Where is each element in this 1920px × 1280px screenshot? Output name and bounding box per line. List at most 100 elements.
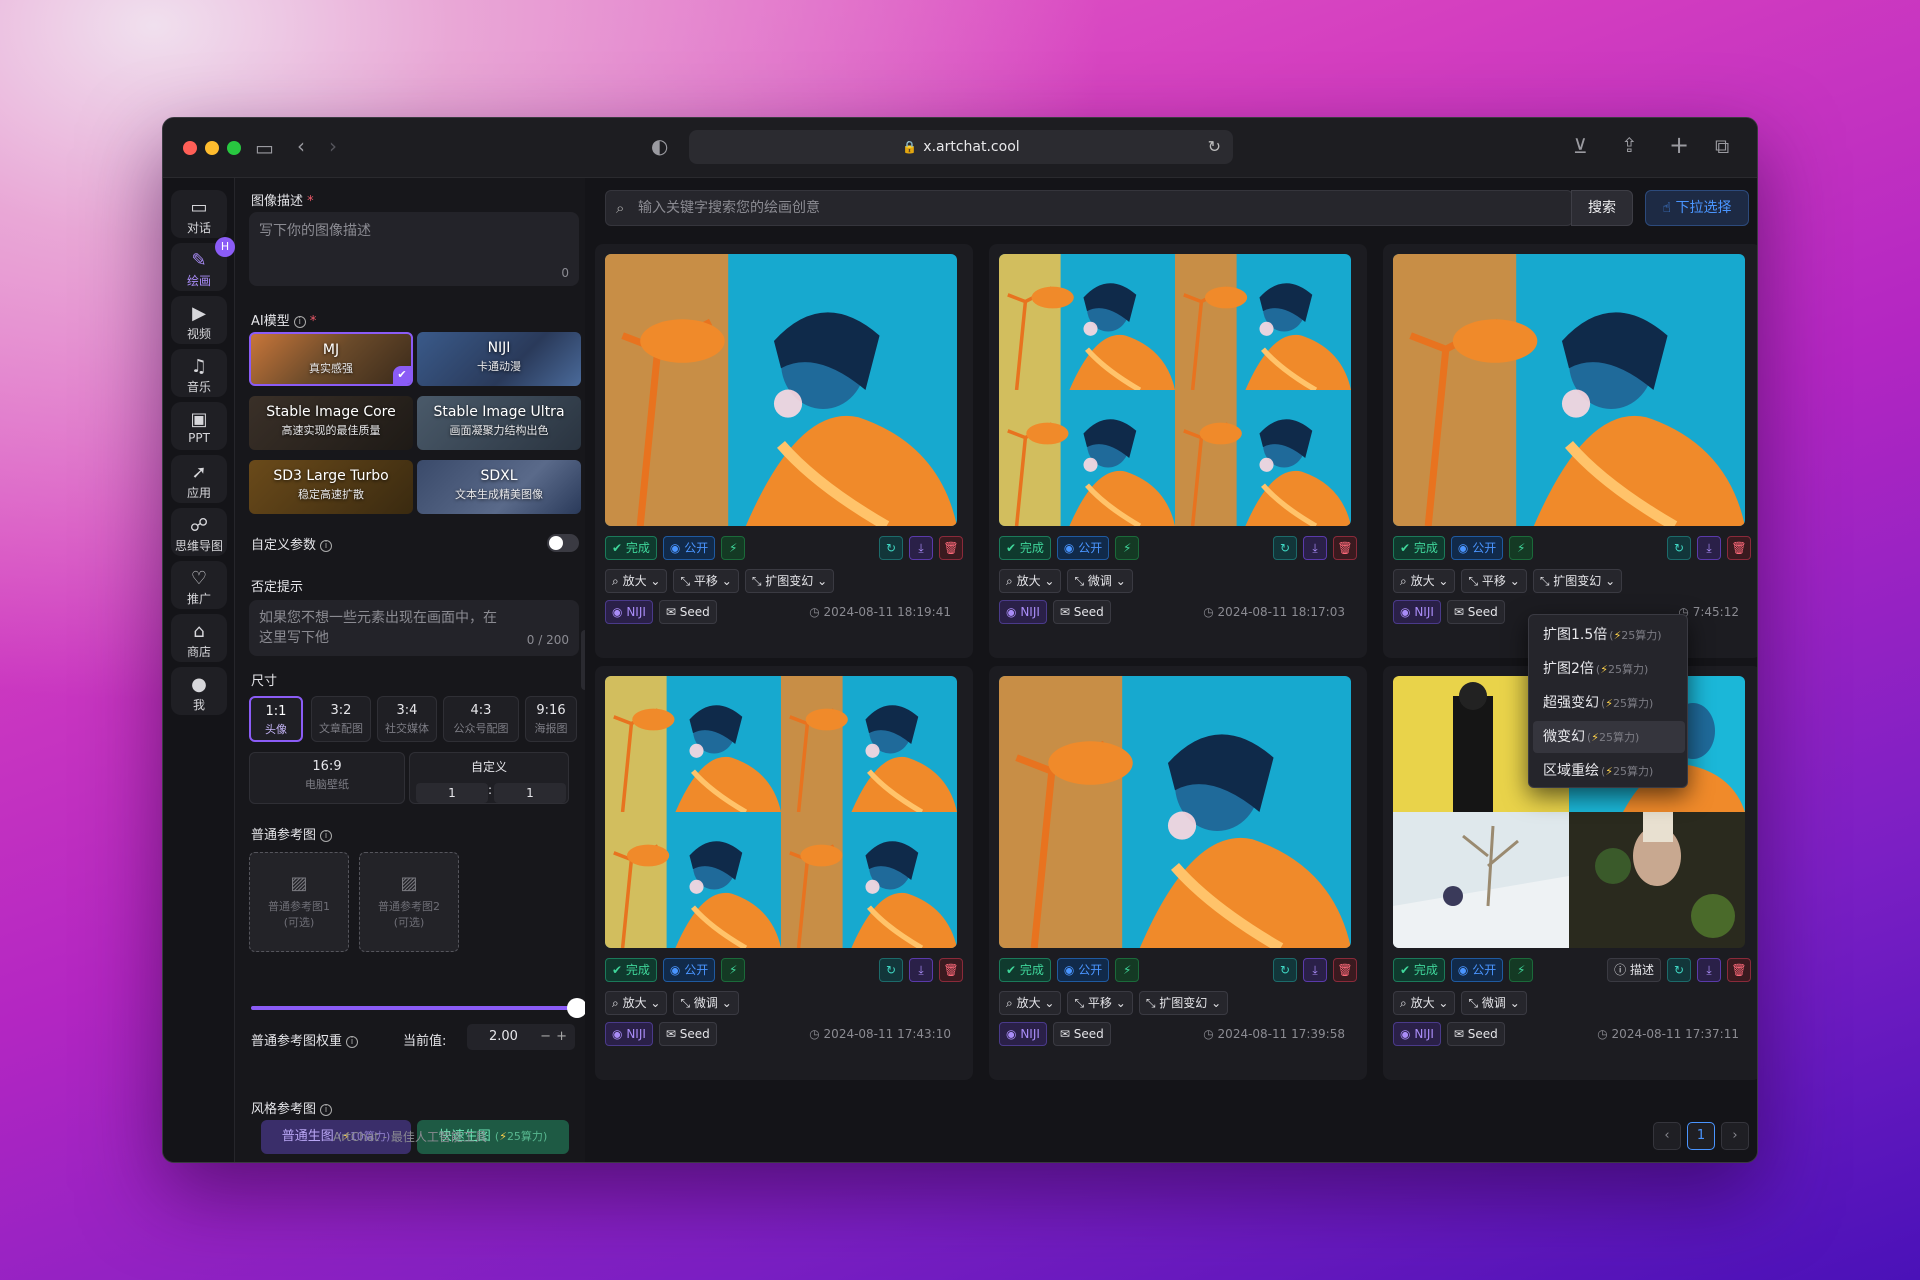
custom-params-toggle[interactable] xyxy=(547,534,579,552)
share-icon[interactable]: ⇪ xyxy=(1621,135,1638,155)
zoom-dropdown[interactable]: ⌕ 放大 ⌄ xyxy=(1393,991,1456,1015)
next-page-button[interactable]: › xyxy=(1721,1122,1749,1150)
delete-icon[interactable]: 🗑 xyxy=(1333,958,1357,982)
custom-width-input[interactable]: 1 xyxy=(416,783,488,803)
size-option-2[interactable]: 3:4 社交媒体 xyxy=(377,696,437,742)
zoom-dropdown[interactable]: ⌕ 放大 ⌄ xyxy=(999,569,1062,593)
info-icon[interactable]: i xyxy=(320,1104,333,1116)
sidebar-toggle-icon[interactable]: ▭ xyxy=(255,138,274,158)
bolt-icon[interactable]: ⚡ xyxy=(1115,958,1140,982)
expand-dropdown[interactable]: ⤡ 扩图变幻 ⌄ xyxy=(1138,991,1229,1015)
pan-dropdown[interactable]: ⤡ 平移 ⌄ xyxy=(673,569,739,593)
custom-height-input[interactable]: 1 xyxy=(494,783,566,803)
image-description-input[interactable]: 写下你的图像描述 0 xyxy=(249,212,579,286)
download-icon[interactable]: ⤓ xyxy=(909,958,933,982)
dropdown-item-2[interactable]: 超强变幻 (⚡25算力) xyxy=(1533,687,1685,719)
describe-button[interactable]: ⓘ 描述 xyxy=(1607,958,1661,982)
seed-button[interactable]: ✉ Seed xyxy=(1446,600,1505,624)
model-option-4[interactable]: SD3 Large Turbo 稳定高速扩散 xyxy=(249,460,413,514)
size-option-0[interactable]: 1:1 头像 xyxy=(249,696,303,742)
download-icon[interactable]: ⤓ xyxy=(1303,536,1327,560)
info-icon[interactable]: i xyxy=(320,540,333,552)
refresh-icon[interactable]: ↻ xyxy=(1667,958,1691,982)
info-icon[interactable]: i xyxy=(293,316,306,328)
dropdown-item-0[interactable]: 扩图1.5倍 (⚡25算力) xyxy=(1533,619,1685,651)
seed-button[interactable]: ✉ Seed xyxy=(658,1022,717,1046)
address-bar[interactable]: 🔒 x.artchat.cool ↻ xyxy=(689,130,1233,164)
dropdown-item-3[interactable]: 微变幻 (⚡25算力) xyxy=(1533,721,1685,753)
dropdown-item-1[interactable]: 扩图2倍 (⚡25算力) xyxy=(1533,653,1685,685)
tab-overview-icon[interactable]: ⧉ xyxy=(1715,136,1729,156)
public-badge[interactable]: ◉ 公开 xyxy=(1450,536,1504,560)
weight-slider-track[interactable] xyxy=(251,1006,575,1010)
weight-slider-handle[interactable] xyxy=(567,998,587,1018)
ref-image-upload-1[interactable]: ▨ 普通参考图1 (可选) xyxy=(249,852,349,952)
public-badge[interactable]: ◉ 公开 xyxy=(662,958,716,982)
refresh-icon[interactable]: ↻ xyxy=(1667,536,1691,560)
pan-dropdown[interactable]: ⤡ 平移 ⌄ xyxy=(1461,569,1527,593)
size-option-4[interactable]: 9:16 海报图 xyxy=(525,696,577,742)
download-icon[interactable]: ⤓ xyxy=(1303,958,1327,982)
refresh-icon[interactable]: ↻ xyxy=(879,958,903,982)
rail-item-6[interactable]: ☍ 思维导图 xyxy=(171,508,227,556)
download-icon[interactable]: ⤓ xyxy=(909,536,933,560)
expand-dropdown[interactable]: ⤡ 扩图变幻 ⌄ xyxy=(1532,569,1623,593)
size-option-3[interactable]: 4:3 公众号配图 xyxy=(443,696,519,742)
weight-value-input[interactable]: 2.00− + xyxy=(467,1024,575,1050)
rail-item-0[interactable]: ▭ 对话 xyxy=(171,190,227,238)
dropdown-select-button[interactable]: ☝ 下拉选择 xyxy=(1645,190,1749,226)
delete-icon[interactable]: 🗑 xyxy=(939,536,963,560)
zoom-dropdown[interactable]: ⌕ 放大 ⌄ xyxy=(999,991,1062,1015)
seed-button[interactable]: ✉ Seed xyxy=(1052,1022,1111,1046)
download-icon[interactable]: ⊻ xyxy=(1573,136,1588,156)
size-option-5[interactable]: 16:9 电脑壁纸 xyxy=(249,752,405,804)
custom-size[interactable]: 自定义 1 : 1 xyxy=(409,752,569,804)
rail-item-9[interactable]: ● 我 xyxy=(171,667,227,715)
bolt-icon[interactable]: ⚡ xyxy=(1115,536,1140,560)
fine-dropdown[interactable]: ⤡ 微调 ⌄ xyxy=(1067,569,1133,593)
public-badge[interactable]: ◉ 公开 xyxy=(662,536,716,560)
refresh-icon[interactable]: ↻ xyxy=(1273,536,1297,560)
public-badge[interactable]: ◉ 公开 xyxy=(1056,536,1110,560)
expand-dropdown[interactable]: ⤡ 扩图变幻 ⌄ xyxy=(744,569,835,593)
refresh-icon[interactable]: ↻ xyxy=(879,536,903,560)
zoom-window-button[interactable] xyxy=(227,141,241,155)
artwork-image[interactable] xyxy=(605,676,957,948)
rail-item-3[interactable]: ♫ 音乐 xyxy=(171,349,227,397)
fine-dropdown[interactable]: ⤡ 微调 ⌄ xyxy=(673,991,739,1015)
ref-image-upload-2[interactable]: ▨ 普通参考图2 (可选) xyxy=(359,852,459,952)
prev-page-button[interactable]: ‹ xyxy=(1653,1122,1681,1150)
fine-dropdown[interactable]: ⤡ 微调 ⌄ xyxy=(1461,991,1527,1015)
model-option-2[interactable]: Stable Image Core 高速实现的最佳质量 xyxy=(249,396,413,450)
refresh-icon[interactable]: ↻ xyxy=(1273,958,1297,982)
bolt-icon[interactable]: ⚡ xyxy=(721,958,746,982)
delete-icon[interactable]: 🗑 xyxy=(1333,536,1357,560)
model-option-5[interactable]: SDXL 文本生成精美图像 xyxy=(417,460,581,514)
public-badge[interactable]: ◉ 公开 xyxy=(1056,958,1110,982)
rail-item-8[interactable]: ⌂ 商店 xyxy=(171,614,227,662)
seed-button[interactable]: ✉ Seed xyxy=(658,600,717,624)
close-window-button[interactable] xyxy=(183,141,197,155)
zoom-dropdown[interactable]: ⌕ 放大 ⌄ xyxy=(1393,569,1456,593)
info-icon[interactable]: i xyxy=(320,830,333,842)
bolt-icon[interactable]: ⚡ xyxy=(1509,958,1534,982)
search-input[interactable]: ⌕ 输入关键字搜索您的绘画创意 xyxy=(605,190,1573,226)
artwork-image[interactable] xyxy=(999,676,1351,948)
pan-dropdown[interactable]: ⤡ 平移 ⌄ xyxy=(1067,991,1133,1015)
back-icon[interactable]: ‹ xyxy=(297,136,305,156)
seed-button[interactable]: ✉ Seed xyxy=(1446,1022,1505,1046)
delete-icon[interactable]: 🗑 xyxy=(939,958,963,982)
dropdown-item-4[interactable]: 区域重绘 (⚡25算力) xyxy=(1533,755,1685,787)
seed-button[interactable]: ✉ Seed xyxy=(1052,600,1111,624)
public-badge[interactable]: ◉ 公开 xyxy=(1450,958,1504,982)
info-icon[interactable]: i xyxy=(346,1036,359,1048)
search-button[interactable]: 搜索 xyxy=(1571,190,1633,226)
rail-item-7[interactable]: ♡ 推广 xyxy=(171,561,227,609)
rail-item-1[interactable]: ✎ 绘画 H xyxy=(171,237,235,291)
reload-icon[interactable]: ↻ xyxy=(1208,130,1221,164)
model-option-3[interactable]: Stable Image Ultra 画面凝聚力结构出色 xyxy=(417,396,581,450)
minimize-window-button[interactable] xyxy=(205,141,219,155)
model-option-1[interactable]: NIJI 卡通动漫 xyxy=(417,332,581,386)
artwork-image[interactable] xyxy=(1393,254,1745,526)
decrement-icon[interactable]: − xyxy=(540,1024,551,1050)
